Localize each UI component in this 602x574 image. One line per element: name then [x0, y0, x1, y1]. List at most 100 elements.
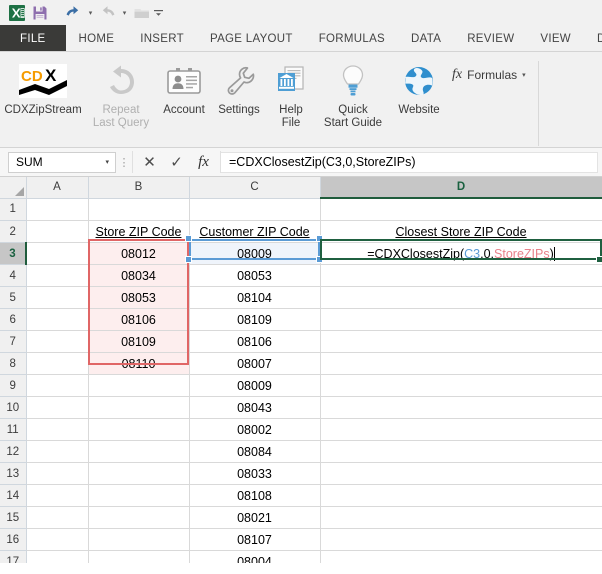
cell-d2[interactable]: Closest Store ZIP Code — [320, 220, 602, 243]
row-header-10[interactable]: 10 — [0, 396, 27, 419]
cell-b10[interactable] — [88, 396, 190, 419]
row-header-5[interactable]: 5 — [0, 286, 27, 309]
cell-c13[interactable]: 08033 — [189, 462, 321, 485]
formula-input[interactable]: =CDXClosestZip(C3,0,StoreZIPs) — [221, 151, 598, 173]
row-header-3[interactable]: 3 — [0, 242, 27, 265]
cell-b13[interactable] — [88, 462, 190, 485]
cell-d4[interactable] — [320, 264, 602, 287]
range-handle-tl[interactable] — [185, 235, 192, 242]
cell-a15[interactable] — [26, 506, 89, 529]
row-header-8[interactable]: 8 — [0, 352, 27, 375]
cell-d10[interactable] — [320, 396, 602, 419]
customize-qat-icon[interactable] — [153, 2, 164, 23]
row-header-1[interactable]: 1 — [0, 198, 27, 221]
cell-c17[interactable]: 08004 — [189, 550, 321, 563]
cdxzipstream-button[interactable]: CD X CDXZipStream — [0, 57, 86, 117]
row-header-12[interactable]: 12 — [0, 440, 27, 463]
cell-a2[interactable] — [26, 220, 89, 243]
cell-d6[interactable] — [320, 308, 602, 331]
save-icon[interactable] — [28, 2, 51, 23]
row-header-13[interactable]: 13 — [0, 462, 27, 485]
insert-function-icon[interactable]: fx — [190, 151, 217, 173]
cell-d15[interactable] — [320, 506, 602, 529]
range-handle-tr[interactable] — [316, 235, 323, 242]
tab-home[interactable]: HOME — [66, 25, 128, 52]
settings-button[interactable]: Settings — [212, 57, 266, 117]
row-header-17[interactable]: 17 — [0, 550, 27, 563]
cell-b2[interactable]: Store ZIP Code — [88, 220, 190, 243]
active-cell-handle-br[interactable] — [596, 256, 602, 263]
tab-insert[interactable]: INSERT — [127, 25, 197, 52]
cell-d14[interactable] — [320, 484, 602, 507]
column-header-d[interactable]: D — [320, 177, 602, 199]
cell-d8[interactable] — [320, 352, 602, 375]
cell-d5[interactable] — [320, 286, 602, 309]
cell-b12[interactable] — [88, 440, 190, 463]
cell-d13[interactable] — [320, 462, 602, 485]
enter-icon[interactable]: ✓ — [163, 151, 190, 173]
cell-c3[interactable]: 08009 — [189, 242, 321, 265]
cell-b15[interactable] — [88, 506, 190, 529]
cell-b17[interactable] — [88, 550, 190, 563]
cell-c8[interactable]: 08007 — [189, 352, 321, 375]
tab-page-layout[interactable]: PAGE LAYOUT — [197, 25, 306, 52]
cell-a8[interactable] — [26, 352, 89, 375]
tab-file[interactable]: FILE — [0, 25, 66, 52]
formulas-dropdown[interactable]: fx Formulas ▾ — [452, 67, 526, 83]
tab-data[interactable]: DATA — [398, 25, 454, 52]
tab-developer[interactable]: DE — [584, 25, 602, 52]
cell-b16[interactable] — [88, 528, 190, 551]
cell-a5[interactable] — [26, 286, 89, 309]
cell-b6[interactable]: 08106 — [88, 308, 190, 331]
cell-b3[interactable]: 08012 — [88, 242, 190, 265]
undo-icon[interactable] — [62, 2, 85, 23]
cell-c16[interactable]: 08107 — [189, 528, 321, 551]
cell-c11[interactable]: 08002 — [189, 418, 321, 441]
cell-b1[interactable] — [88, 198, 190, 221]
cell-c12[interactable]: 08084 — [189, 440, 321, 463]
cell-a16[interactable] — [26, 528, 89, 551]
cell-b7[interactable]: 08109 — [88, 330, 190, 353]
account-button[interactable]: Account — [156, 57, 212, 117]
cell-d7[interactable] — [320, 330, 602, 353]
row-header-14[interactable]: 14 — [0, 484, 27, 507]
name-box[interactable]: SUM ▾ — [8, 151, 116, 173]
cell-a6[interactable] — [26, 308, 89, 331]
cell-d17[interactable] — [320, 550, 602, 563]
column-header-a[interactable]: A — [26, 177, 89, 199]
cell-a17[interactable] — [26, 550, 89, 563]
cell-b8[interactable]: 08110 — [88, 352, 190, 375]
cell-a10[interactable] — [26, 396, 89, 419]
cell-d3[interactable]: =CDXClosestZip(C3,0, StoreZIPs) — [320, 242, 602, 265]
row-header-2[interactable]: 2 — [0, 220, 27, 243]
cell-b14[interactable] — [88, 484, 190, 507]
cell-c6[interactable]: 08109 — [189, 308, 321, 331]
website-button[interactable]: Website — [390, 57, 448, 117]
undo-caret-icon[interactable]: ▾ — [85, 2, 96, 23]
cell-a4[interactable] — [26, 264, 89, 287]
help-file-button[interactable]: Help File — [266, 57, 316, 130]
cell-a3[interactable] — [26, 242, 89, 265]
row-header-9[interactable]: 9 — [0, 374, 27, 397]
cell-c15[interactable]: 08021 — [189, 506, 321, 529]
cell-c1[interactable] — [189, 198, 321, 221]
cell-a9[interactable] — [26, 374, 89, 397]
row-header-16[interactable]: 16 — [0, 528, 27, 551]
cell-a14[interactable] — [26, 484, 89, 507]
name-box-chevron-down-icon[interactable]: ▾ — [105, 158, 109, 166]
cell-b4[interactable]: 08034 — [88, 264, 190, 287]
cell-c4[interactable]: 08053 — [189, 264, 321, 287]
row-header-15[interactable]: 15 — [0, 506, 27, 529]
range-handle-bl[interactable] — [185, 256, 192, 263]
range-handle-br[interactable] — [316, 256, 323, 263]
column-header-c[interactable]: C — [189, 177, 321, 199]
cell-b9[interactable] — [88, 374, 190, 397]
cell-d11[interactable] — [320, 418, 602, 441]
cell-d12[interactable] — [320, 440, 602, 463]
cell-c10[interactable]: 08043 — [189, 396, 321, 419]
row-header-7[interactable]: 7 — [0, 330, 27, 353]
quick-start-guide-button[interactable]: Quick Start Guide — [316, 57, 390, 130]
row-header-11[interactable]: 11 — [0, 418, 27, 441]
row-header-4[interactable]: 4 — [0, 264, 27, 287]
cell-c9[interactable]: 08009 — [189, 374, 321, 397]
